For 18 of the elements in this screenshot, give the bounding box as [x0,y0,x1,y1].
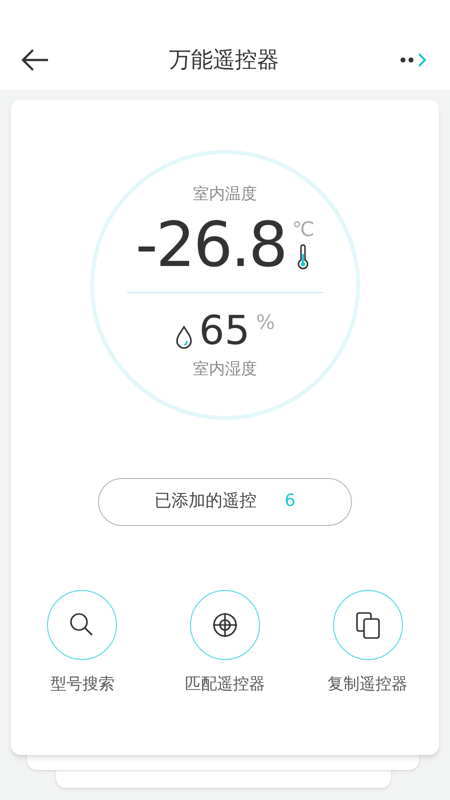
humidity-unit: % [256,309,275,336]
humidity-value: 65 [199,307,250,355]
action-label: 复制遥控器 [328,673,408,695]
action-button[interactable] [190,590,260,660]
water-drop-icon [175,325,194,349]
action-label: 型号搜索 [50,673,114,695]
temperature-unit: ℃ [292,216,314,243]
temperature-value: -26.8 [136,210,286,280]
temperature-label: 室内温度 [193,183,257,205]
added-remotes-button[interactable]: 已添加的遥控 6 [98,478,352,526]
back-icon[interactable] [20,48,50,72]
page-title: 万能遥控器 [169,46,279,74]
action-button[interactable] [332,590,403,660]
thermometer-icon [297,244,310,270]
added-remotes-count: 6 [284,490,296,514]
humidity-label: 室内湿度 [193,358,257,380]
action-label: 匹配遥控器 [184,673,265,695]
added-remotes-label: 已添加的遥控 [154,490,257,514]
